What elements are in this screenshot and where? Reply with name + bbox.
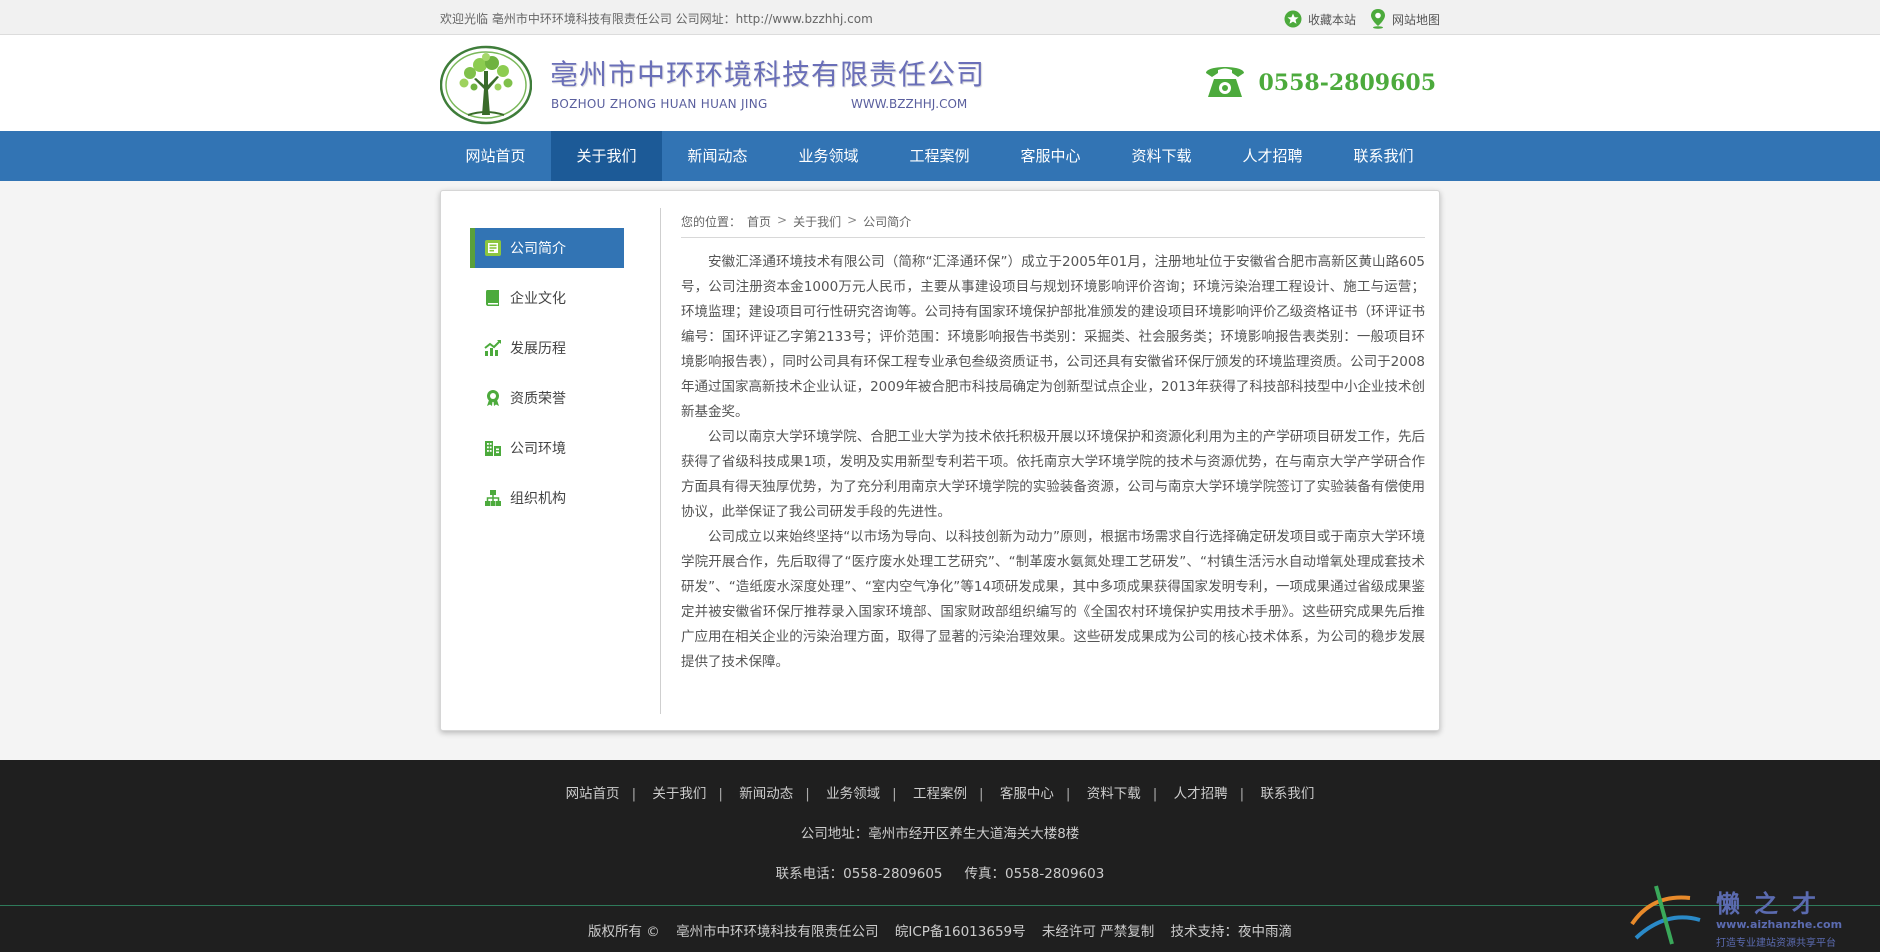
nav-contact[interactable]: 联系我们 <box>1328 131 1439 181</box>
breadcrumb-home[interactable]: 首页 <box>747 213 771 230</box>
logo-tree-icon[interactable] <box>439 45 533 125</box>
footer-fax: 传真：0558-2809603 <box>964 866 1105 882</box>
sidebar-item-culture[interactable]: 企业文化 <box>470 278 624 318</box>
breadcrumb-prefix: 您的位置： <box>681 215 742 229</box>
sidebar-item-label: 发展历程 <box>510 341 566 357</box>
telephone-icon <box>1202 61 1248 105</box>
nav-business[interactable]: 业务领域 <box>773 131 884 181</box>
watermark-url: www.aizhanzhe.com <box>1716 918 1843 931</box>
sidebar-item-label: 企业文化 <box>510 291 566 307</box>
article-paragraph: 公司成立以来始终坚持“以市场为导向、以科技创新为动力”原则，根据市场需求自行选择… <box>681 529 1425 670</box>
footer-link-news[interactable]: 新闻动态 <box>739 786 793 802</box>
phone-number: 0558-2809605 <box>1258 70 1436 96</box>
footer-link-service[interactable]: 客服中心 <box>1000 786 1054 802</box>
org-chart-icon <box>484 489 502 507</box>
nav-cases[interactable]: 工程案例 <box>884 131 995 181</box>
footer: 网站首页 | 关于我们 | 新闻动态 | 业务领域 | 工程案例 | 客服中心 | 资料下载… <box>0 760 1880 952</box>
watermark-logo-icon <box>1630 885 1701 945</box>
top-links: 收藏本站 网站地图 <box>1270 9 1440 29</box>
breadcrumb-separator: > <box>777 213 788 227</box>
sidebar-item-label: 组织机构 <box>510 491 566 507</box>
footer-copyright: 版权所有 © 亳州市中环环境科技有限责任公司 皖ICP备16013659号 未经… <box>0 920 1880 940</box>
header: 亳州市中环环境科技有限责任公司 BOZHOU ZHONG HUAN HUAN J… <box>0 35 1880 131</box>
nav-home[interactable]: 网站首页 <box>440 131 551 181</box>
footer-divider <box>0 905 1880 906</box>
footer-link-downloads[interactable]: 资料下载 <box>1087 786 1141 802</box>
tech-support: 技术支持：夜中雨滴 <box>1170 924 1293 940</box>
book-icon <box>484 289 502 307</box>
award-icon <box>484 389 502 407</box>
welcome-text: 欢迎光临 亳州市中环环境科技有限责任公司 公司网址：http://www.bzz… <box>440 12 873 26</box>
breadcrumb-parent[interactable]: 关于我们 <box>793 213 841 230</box>
top-bar: 欢迎光临 亳州市中环环境科技有限责任公司 公司网址：http://www.bzz… <box>0 0 1880 35</box>
article-paragraph: 公司以南京大学环境学院、合肥工业大学为技术依托积极开展以环境保护和资源化利用为主… <box>681 429 1425 520</box>
sitemap-label: 网站地图 <box>1391 12 1440 27</box>
sidebar-item-profile[interactable]: 公司简介 <box>470 228 624 268</box>
footer-phone: 联系电话：0558-2809605 <box>775 866 943 882</box>
footer-link-business[interactable]: 业务领域 <box>826 786 880 802</box>
article-body: 安徽汇泽通环境技术有限公司（简称“汇泽通环保”）成立于2005年01月，注册地址… <box>681 250 1425 675</box>
sidebar-item-honors[interactable]: 资质荣誉 <box>470 378 624 418</box>
copyright-company: 亳州市中环环境科技有限责任公司 <box>676 924 879 940</box>
sitemap-link[interactable]: 网站地图 <box>1370 9 1440 29</box>
sidebar-item-label: 公司简介 <box>510 241 566 257</box>
sidebar-item-environment[interactable]: 公司环境 <box>470 428 624 468</box>
footer-contact: 联系电话：0558-2809605 传真：0558-2809603 <box>0 862 1880 882</box>
sidebar-item-history[interactable]: 发展历程 <box>470 328 624 368</box>
footer-address: 公司地址：亳州市经开区养生大道海关大楼8楼 <box>800 826 1080 842</box>
growth-chart-icon <box>484 339 502 357</box>
article-paragraph: 安徽汇泽通环境技术有限公司（简称“汇泽通环保”）成立于2005年01月，注册地址… <box>681 254 1425 420</box>
building-icon <box>484 439 502 457</box>
document-icon <box>484 239 502 257</box>
company-url: WWW.BZZHHJ.COM <box>851 97 968 111</box>
favorite-label: 收藏本站 <box>1307 12 1356 27</box>
watermark-name: 懒之才 <box>1716 890 1830 918</box>
watermark-slogan: 打造专业建站资源共享平台 <box>1716 938 1836 949</box>
location-pin-icon <box>1370 9 1386 29</box>
footer-link-cases[interactable]: 工程案例 <box>913 786 967 802</box>
main-nav: 网站首页 关于我们 新闻动态 业务领域 工程案例 客服中心 资料下载 人才招聘 … <box>0 131 1880 181</box>
nav-service[interactable]: 客服中心 <box>995 131 1106 181</box>
footer-nav: 网站首页 | 关于我们 | 新闻动态 | 业务领域 | 工程案例 | 客服中心 | 资料下载… <box>565 786 1315 802</box>
nav-news[interactable]: 新闻动态 <box>662 131 773 181</box>
sidebar-item-label: 资质荣誉 <box>510 391 566 407</box>
company-english-name: BOZHOU ZHONG HUAN HUAN JING <box>551 97 768 111</box>
sidebar-item-label: 公司环境 <box>510 441 566 457</box>
icp-number[interactable]: 皖ICP备16013659号 <box>895 924 1026 940</box>
breadcrumb-separator: > <box>847 213 858 227</box>
article-content: 您的位置： 首页 > 关于我们 > 公司简介 安徽汇泽通环境技术有限公司（简称“… <box>681 213 1425 675</box>
footer-link-jobs[interactable]: 人才招聘 <box>1174 786 1228 802</box>
breadcrumb-current: 公司简介 <box>863 215 912 229</box>
nav-downloads[interactable]: 资料下载 <box>1106 131 1217 181</box>
nav-jobs[interactable]: 人才招聘 <box>1217 131 1328 181</box>
nav-about[interactable]: 关于我们 <box>551 131 662 181</box>
content-panel: 公司简介 企业文化 发展历程 资质荣誉 公司环境 组织机构 您的位置： 首页 >… <box>440 190 1440 731</box>
phone-block: 0558-2809605 <box>1202 61 1436 105</box>
company-title: 亳州市中环环境科技有限责任公司 <box>550 58 986 91</box>
star-icon <box>1284 10 1302 28</box>
footer-link-home[interactable]: 网站首页 <box>566 786 620 802</box>
favorite-link[interactable]: 收藏本站 <box>1284 10 1356 28</box>
sidebar: 公司简介 企业文化 发展历程 资质荣誉 公司环境 组织机构 <box>470 228 624 528</box>
vertical-divider <box>660 208 661 714</box>
breadcrumb: 您的位置： 首页 > 关于我们 > 公司简介 <box>681 213 1425 238</box>
rights-notice: 未经许可 严禁复制 <box>1041 924 1155 940</box>
copyright-label: 版权所有 © <box>587 924 660 940</box>
footer-link-about[interactable]: 关于我们 <box>652 786 706 802</box>
watermark: 懒之才 www.aizhanzhe.com 打造专业建站资源共享平台 <box>1626 880 1866 952</box>
footer-link-contact[interactable]: 联系我们 <box>1260 786 1314 802</box>
sidebar-item-organization[interactable]: 组织机构 <box>470 478 624 518</box>
